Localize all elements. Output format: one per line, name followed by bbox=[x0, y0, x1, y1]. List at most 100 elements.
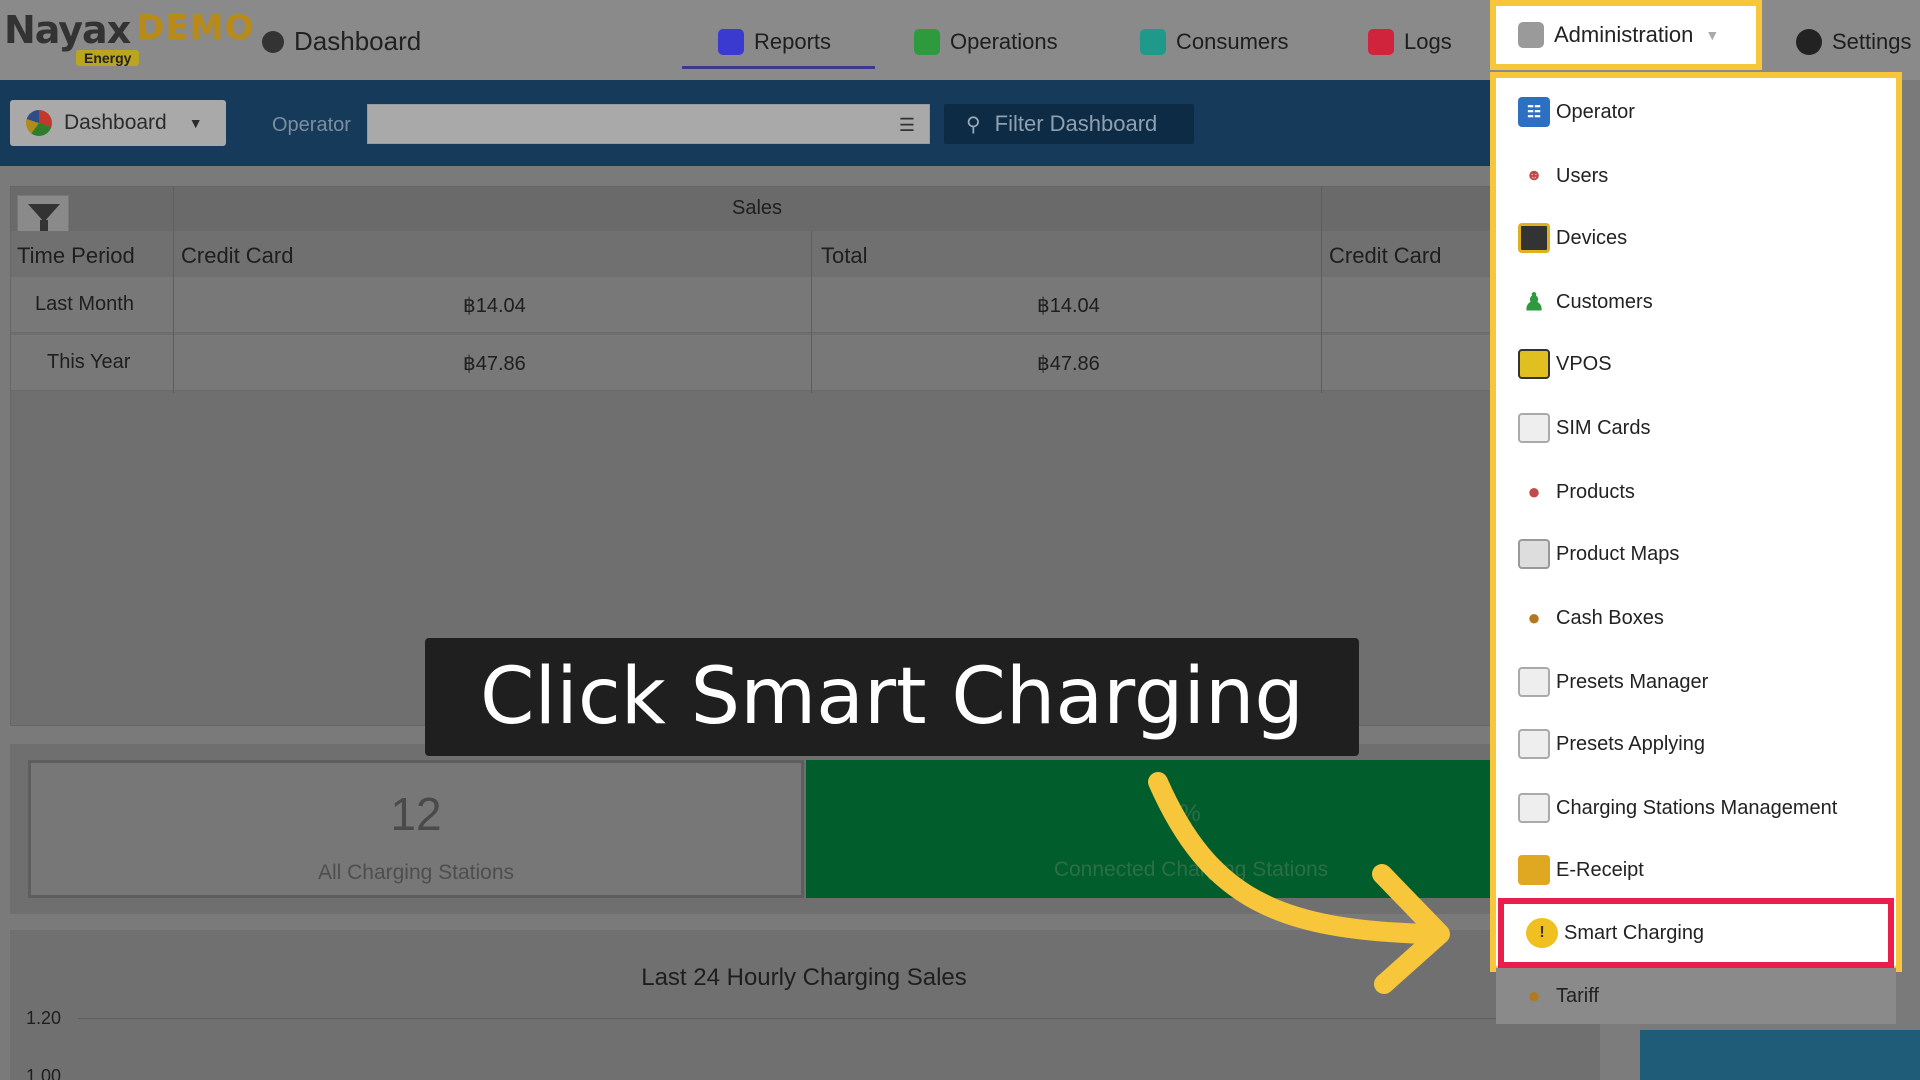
menu-item-label: Operator bbox=[1556, 100, 1635, 123]
all-stations-value: 12 bbox=[390, 788, 442, 840]
dashboard-toolbar: Dashboard ▼ Operator ☰ ⚲ Filter Dashboar… bbox=[0, 80, 1500, 166]
tab-operations-label: Operations bbox=[950, 29, 1058, 54]
menu-item-label: Presets Applying bbox=[1556, 732, 1705, 755]
tab-operations[interactable]: Operations bbox=[914, 22, 1058, 62]
menu-item-operator[interactable]: ☷ Operator bbox=[1496, 82, 1896, 142]
menu-item-charging-stations-management[interactable]: Charging Stations Management bbox=[1496, 778, 1896, 838]
smart-charging-icon: ! bbox=[1526, 918, 1558, 948]
tab-administration[interactable]: Administration ▼ bbox=[1490, 0, 1762, 70]
vpos-icon bbox=[1518, 349, 1550, 379]
table-row: This Year ฿47.86 ฿47.86 bbox=[11, 335, 1501, 391]
logo-energy-tag: Energy bbox=[76, 50, 140, 66]
menu-item-label: Cash Boxes bbox=[1556, 606, 1664, 629]
column-divider bbox=[173, 187, 174, 393]
pie-chart-icon bbox=[26, 110, 52, 136]
y-tick-label: 1.20 bbox=[26, 1008, 62, 1028]
sales-group-label: Sales bbox=[731, 197, 783, 219]
nav-dashboard-link[interactable]: Dashboard bbox=[262, 26, 421, 57]
search-icon: ⚲ bbox=[966, 113, 981, 136]
menu-item-vpos[interactable]: VPOS bbox=[1496, 334, 1896, 394]
all-stations-card[interactable]: 12 All Charging Stations bbox=[28, 760, 804, 898]
menu-item-devices[interactable]: Devices bbox=[1496, 208, 1896, 268]
list-icon[interactable]: ☰ bbox=[899, 115, 915, 136]
menu-item-e-receipt[interactable]: E-Receipt bbox=[1496, 840, 1896, 900]
column-header-credit-card[interactable]: Credit Card bbox=[181, 243, 293, 269]
administration-dropdown-menu: ☷ Operator ☻ Users Devices ♟ Customers V… bbox=[1490, 72, 1902, 972]
y-tick-label: 1.00 bbox=[26, 1066, 62, 1080]
menu-item-products[interactable]: ● Products bbox=[1496, 462, 1896, 522]
stats-panel: 12 All Charging Stations 0% Connected Ch… bbox=[10, 744, 1506, 914]
menu-item-product-maps[interactable]: Product Maps bbox=[1496, 524, 1896, 584]
chevron-down-icon: ▼ bbox=[1705, 27, 1720, 43]
logs-icon bbox=[1368, 29, 1394, 55]
column-header-time-period[interactable]: Time Period bbox=[17, 243, 135, 269]
cell-credit-card: ฿47.86 bbox=[463, 353, 526, 375]
menu-item-users[interactable]: ☻ Users bbox=[1496, 146, 1896, 206]
customers-icon: ♟ bbox=[1523, 288, 1545, 316]
instruction-caption: Click Smart Charging bbox=[425, 638, 1359, 756]
hourly-sales-chart: Last 24 Hourly Charging Sales 1.20 1.00 bbox=[10, 930, 1600, 1080]
menu-item-tariff[interactable]: ● Tariff bbox=[1496, 968, 1896, 1024]
menu-item-label: Users bbox=[1556, 164, 1609, 187]
column-divider bbox=[1321, 187, 1322, 393]
filter-dashboard-label: Filter Dashboard bbox=[994, 111, 1158, 136]
tab-settings[interactable]: Settings bbox=[1796, 22, 1912, 62]
column-header-credit-card-2[interactable]: Credit Card bbox=[1329, 243, 1441, 269]
tab-logs-label: Logs bbox=[1404, 29, 1452, 54]
operator-input[interactable]: ☰ bbox=[367, 104, 930, 144]
cell-credit-card: ฿14.04 bbox=[463, 295, 526, 317]
consumers-icon bbox=[1140, 29, 1166, 55]
dashboard-select-label: Dashboard bbox=[64, 111, 167, 134]
filter-dashboard-button[interactable]: ⚲ Filter Dashboard bbox=[944, 104, 1194, 144]
column-header-total[interactable]: Total bbox=[821, 243, 867, 269]
tab-reports-label: Reports bbox=[754, 29, 832, 54]
menu-item-sim-cards[interactable]: SIM Cards bbox=[1496, 398, 1896, 458]
side-panel bbox=[1600, 1020, 1640, 1080]
menu-item-label: Products bbox=[1556, 480, 1635, 503]
all-stations-label: All Charging Stations bbox=[317, 861, 515, 884]
product-maps-icon bbox=[1518, 539, 1550, 569]
menu-item-label: Charging Stations Management bbox=[1556, 796, 1838, 819]
menu-item-cash-boxes[interactable]: ● Cash Boxes bbox=[1496, 588, 1896, 648]
operations-icon bbox=[914, 29, 940, 55]
menu-item-customers[interactable]: ♟ Customers bbox=[1496, 272, 1896, 332]
menu-item-label: Presets Manager bbox=[1556, 670, 1709, 693]
tariff-icon: ● bbox=[1527, 983, 1541, 1008]
menu-item-label: Product Maps bbox=[1556, 542, 1680, 565]
connected-stations-card[interactable]: 0% Connected Charging Stations bbox=[806, 760, 1506, 898]
tab-logs[interactable]: Logs bbox=[1368, 22, 1452, 62]
table-row: Last Month ฿14.04 ฿14.04 bbox=[11, 277, 1501, 333]
cell-total: ฿14.04 bbox=[1037, 295, 1100, 317]
cash-boxes-icon: ● bbox=[1527, 605, 1541, 630]
cell-period: This Year bbox=[47, 351, 131, 373]
tab-reports[interactable]: Reports bbox=[718, 22, 831, 62]
menu-item-label: VPOS bbox=[1556, 352, 1612, 375]
products-icon: ● bbox=[1527, 479, 1541, 504]
connected-stations-label: Connected Charging Stations bbox=[1053, 858, 1329, 881]
tab-consumers[interactable]: Consumers bbox=[1140, 22, 1288, 62]
users-icon: ☻ bbox=[1525, 167, 1543, 184]
menu-item-label: SIM Cards bbox=[1556, 416, 1651, 439]
dashboard-dot-icon bbox=[262, 30, 284, 53]
dashboard-select[interactable]: Dashboard ▼ bbox=[10, 100, 226, 146]
nav-dashboard-label: Dashboard bbox=[294, 26, 422, 56]
menu-item-label: Customers bbox=[1556, 290, 1653, 313]
chart-title: Last 24 Hourly Charging Sales bbox=[641, 964, 967, 991]
menu-item-presets-manager[interactable]: Presets Manager bbox=[1496, 652, 1896, 712]
reports-icon bbox=[718, 29, 744, 55]
logo-text: Nayax bbox=[4, 8, 131, 52]
presets-applying-icon bbox=[1518, 729, 1550, 759]
menu-item-label: Devices bbox=[1556, 226, 1628, 249]
caret-down-icon: ▼ bbox=[188, 115, 203, 131]
nayax-logo[interactable]: Nayax DEMO Energy bbox=[4, 8, 254, 66]
tab-administration-label: Administration bbox=[1554, 22, 1694, 47]
tab-settings-label: Settings bbox=[1832, 29, 1912, 54]
e-receipt-icon bbox=[1518, 855, 1550, 885]
menu-item-presets-applying[interactable]: Presets Applying bbox=[1496, 714, 1896, 774]
menu-item-smart-charging[interactable]: ! Smart Charging bbox=[1498, 898, 1894, 968]
side-chart-bar bbox=[1640, 1030, 1920, 1080]
settings-icon bbox=[1796, 29, 1822, 55]
menu-item-label: Smart Charging bbox=[1564, 921, 1705, 944]
grid-line bbox=[78, 1018, 1498, 1019]
cell-period: Last Month bbox=[35, 293, 134, 315]
